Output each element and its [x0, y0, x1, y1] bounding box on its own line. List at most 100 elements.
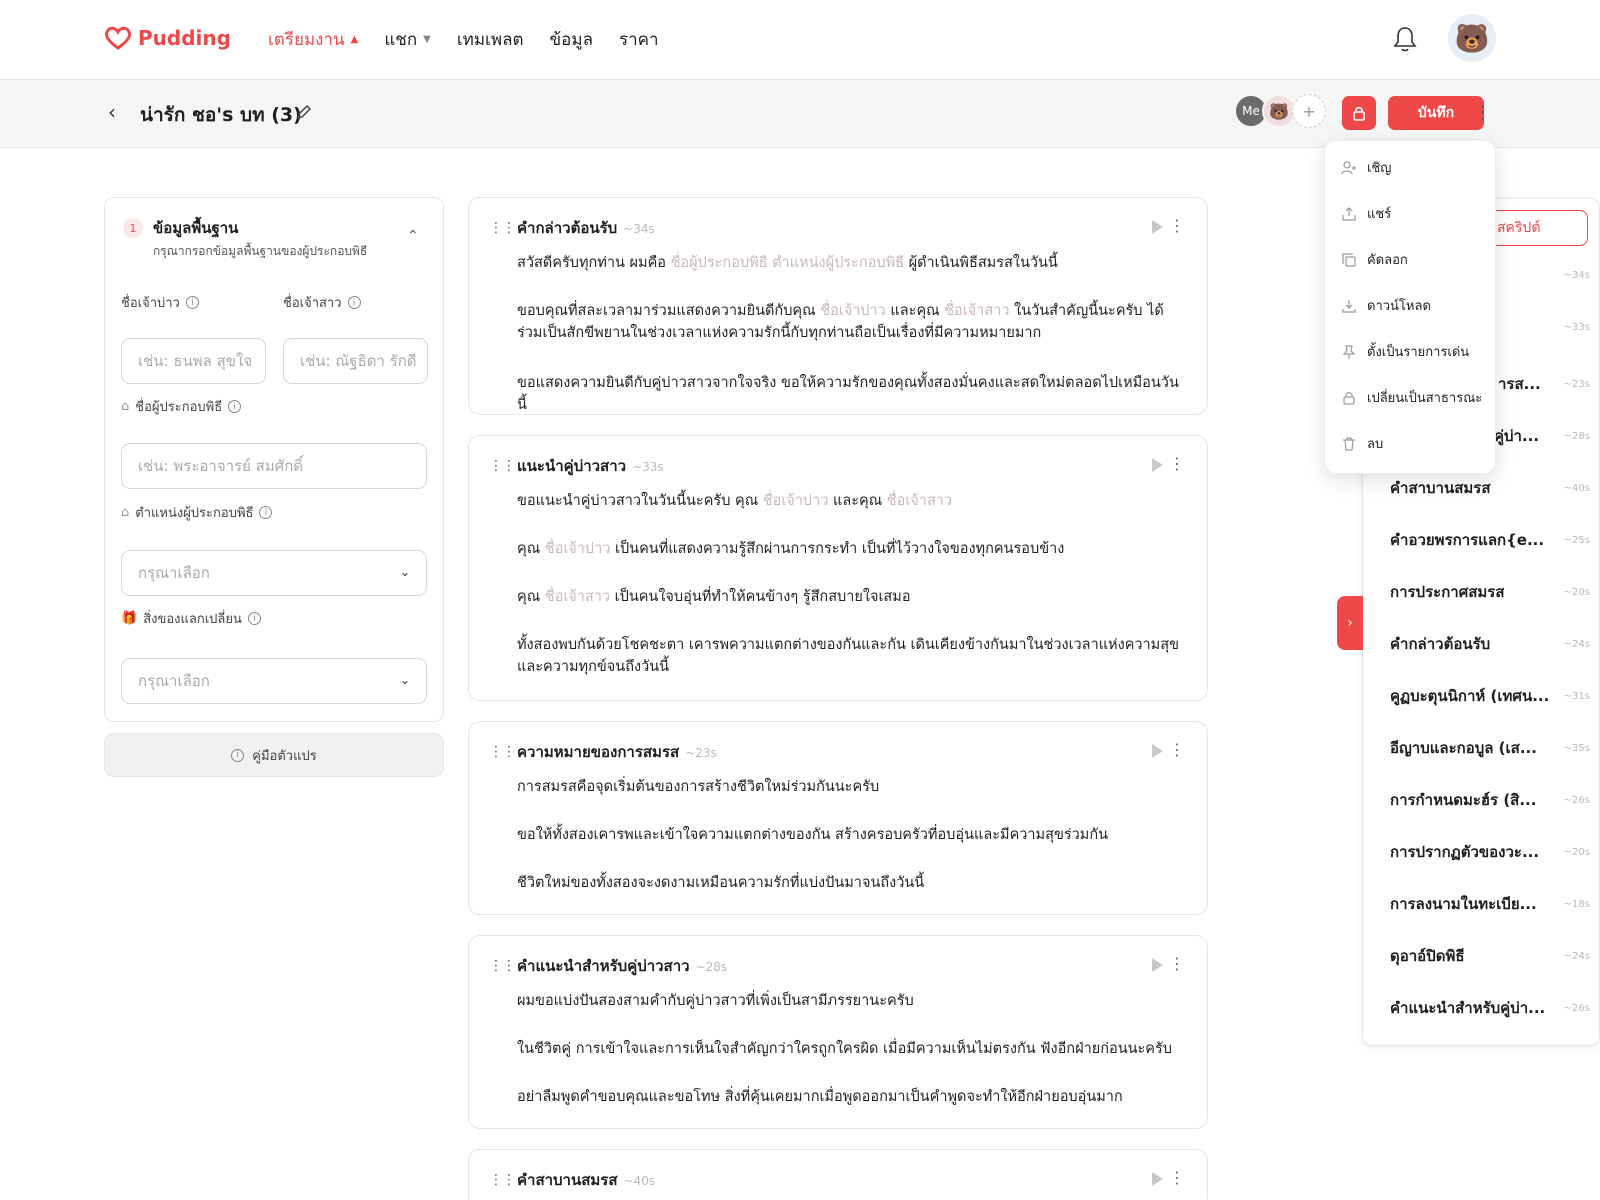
card-more-icon[interactable]: ⋮ [1169, 954, 1185, 973]
save-button[interactable]: บันทึก [1388, 96, 1484, 130]
menu-item-pin[interactable]: ตั้งเป็นรายการเด่น [1341, 341, 1469, 362]
menu-label: ดาวน์โหลด [1367, 299, 1431, 314]
officiant-name-input[interactable]: เช่น: พระอาจารย์ สมศักดิ์ [121, 443, 427, 489]
card-paragraph: อย่าลืมพูดคำขอบคุณและขอโทษ สิ่งที่คุ้นเค… [517, 1089, 1123, 1105]
card-more-icon[interactable]: ⋮ [1169, 740, 1185, 759]
variable-chip: ชื่อเจ้าบ่าว [762, 493, 829, 509]
menu-label: แชร์ [1367, 207, 1392, 222]
label-text: ชื่อเจ้าบ่าว [121, 296, 180, 311]
card-title: คำสาบานสมรส ~40s [517, 1168, 655, 1192]
menu-item-share[interactable]: แชร์ [1341, 203, 1391, 224]
script-card-meaning[interactable]: ⋮⋮ ความหมายของการสมรส ~23s ⋮ การสมรสคือจุ… [468, 721, 1208, 915]
outline-label: ดุอาอ์ปิดพิธี [1390, 947, 1465, 965]
chevron-up-icon[interactable]: ⌃ [407, 228, 419, 244]
more-options-icon[interactable]: ⋮ [1474, 102, 1492, 123]
nav-item-prepare[interactable]: เตรียมงาน ▲ [268, 26, 358, 53]
variable-chip: ชื่อเจ้าสาว [886, 493, 953, 509]
outline-label: การประกาศสมรส [1390, 583, 1505, 601]
play-icon[interactable] [1152, 220, 1163, 234]
outline-label: คำอวยพรการแลก{e... [1390, 531, 1545, 549]
script-card-vows[interactable]: ⋮⋮ คำสาบานสมรส ~40s ⋮ [468, 1149, 1208, 1200]
play-icon[interactable] [1152, 1172, 1163, 1186]
outline-item[interactable]: อีญาบและกอบูล (เส... ~35s [1390, 736, 1590, 760]
drag-handle-icon[interactable]: ⋮⋮ [489, 220, 516, 236]
script-card-advice[interactable]: ⋮⋮ คำแนะนำสำหรับคู่บ่าวสาว ~28s ⋮ ผมขอแบ่… [468, 935, 1208, 1129]
officiant-label: ⌂ ชื่อผู้ประกอบพิธี i [121, 396, 242, 417]
brand-name: Pudding [138, 26, 231, 50]
card-more-icon[interactable]: ⋮ [1169, 1168, 1185, 1187]
collaborators: Me 🐻 + [1234, 94, 1326, 128]
copy-icon [1342, 252, 1356, 267]
brand-logo[interactable]: Pudding [104, 26, 231, 50]
play-icon[interactable] [1152, 458, 1163, 472]
outline-item[interactable]: การประกาศสมรส ~20s [1390, 580, 1590, 604]
card-paragraph: ขอให้ทั้งสองเคารพและเข้าใจความแตกต่างของ… [517, 827, 1109, 843]
bell-icon[interactable] [1390, 24, 1420, 54]
outline-item[interactable]: คำแนะนำสำหรับคู่บ่า... ~26s [1390, 996, 1590, 1020]
nav-item-info[interactable]: ข้อมูล [550, 26, 593, 53]
collapse-outline-button[interactable]: › [1337, 596, 1363, 650]
nav-item-templates[interactable]: เทมเพลต [457, 26, 524, 53]
outline-item[interactable]: คำสาบานสมรส ~40s [1390, 476, 1590, 500]
outline-item[interactable]: การลงนามในทะเบีย... ~18s [1390, 892, 1590, 916]
building-icon: ⌂ [121, 505, 130, 520]
card-title: แนะนำคู่บ่าวสาว ~33s [517, 454, 664, 478]
user-avatar[interactable]: 🐻 [1448, 14, 1496, 62]
outline-item[interactable]: คูฏบะตุนนิกาห์ (เทศน... ~31s [1390, 684, 1590, 708]
outline-duration: ~26s [1563, 794, 1590, 806]
lock-button[interactable] [1342, 96, 1376, 130]
menu-label: เปลี่ยนเป็นสาธารณะ [1367, 391, 1483, 406]
officiant-position-select[interactable]: กรุณาเลือก ⌄ [121, 550, 427, 596]
pencil-icon[interactable] [296, 104, 312, 120]
play-icon[interactable] [1152, 744, 1163, 758]
nav-label: เตรียมงาน [268, 30, 345, 50]
card-paragraph: สวัสดีครับทุกท่าน ผมคือ ชื่อผู้ประกอบพิธ… [517, 252, 1183, 274]
menu-item-invite[interactable]: เชิญ [1341, 157, 1391, 178]
menu-item-delete[interactable]: ลบ [1341, 433, 1383, 454]
nav-item-share[interactable]: แชก ▼ [384, 26, 431, 53]
drag-handle-icon[interactable]: ⋮⋮ [489, 744, 516, 760]
script-card-introduce-couple[interactable]: ⋮⋮ แนะนำคู่บ่าวสาว ~33s ⋮ ขอแนะนำคู่บ่าวส… [468, 435, 1208, 701]
menu-label: เชิญ [1367, 161, 1392, 176]
drag-handle-icon[interactable]: ⋮⋮ [489, 1172, 516, 1188]
menu-item-download[interactable]: ดาวน์โหลด [1341, 295, 1431, 316]
back-arrow-icon[interactable]: ‹ [108, 100, 116, 124]
outline-item[interactable]: ดุอาอ์ปิดพิธี ~24s [1390, 944, 1590, 968]
script-card-welcome[interactable]: ⋮⋮ คำกล่าวต้อนรับ ~34s ⋮ สวัสดีครับทุกท่า… [468, 197, 1208, 415]
card-more-icon[interactable]: ⋮ [1169, 216, 1185, 235]
variable-chip: ชื่อผู้ประกอบพิธี [670, 255, 768, 271]
gift-select[interactable]: กรุณาเลือก ⌄ [121, 658, 427, 704]
play-icon[interactable] [1152, 958, 1163, 972]
drag-handle-icon[interactable]: ⋮⋮ [489, 958, 516, 974]
bride-name-input[interactable]: เช่น: ณัฐธิดา รักดี [283, 338, 428, 384]
drag-handle-icon[interactable]: ⋮⋮ [489, 458, 516, 474]
card-duration: ~33s [632, 460, 664, 474]
variable-chip: ชื่อเจ้าสาว [944, 303, 1010, 319]
info-icon: i [185, 296, 199, 309]
outline-duration: ~20s [1563, 586, 1590, 598]
label-text: ตำแหน่งผู้ประกอบพิธี [135, 506, 254, 521]
outline-item[interactable]: การกำหนดมะฮ์ร (สิ... ~26s [1390, 788, 1590, 812]
outline-item[interactable]: คำกล่าวต้อนรับ ~24s [1390, 632, 1590, 656]
menu-item-make-public[interactable]: เปลี่ยนเป็นสาธารณะ [1341, 387, 1482, 408]
card-duration: ~28s [695, 960, 728, 974]
text: และคุณ [828, 493, 887, 509]
outline-duration: ~23s [1563, 378, 1590, 390]
outline-duration: ~26s [1563, 1002, 1590, 1014]
add-collaborator-button[interactable]: + [1292, 94, 1326, 128]
menu-item-copy[interactable]: คัดลอก [1341, 249, 1408, 270]
guide-label: คู่มือตัวแปร [252, 748, 317, 764]
outline-duration: ~20s [1563, 846, 1590, 858]
outline-label: คำแนะนำสำหรับคู่บ่า... [1390, 999, 1546, 1017]
outline-label: คำสาบานสมรส [1390, 479, 1491, 497]
text: ขอบคุณที่สละเวลามาร่วมแสดงความยินดีกับคุ… [517, 303, 821, 319]
variable-guide-button[interactable]: i คู่มือตัวแปร [104, 733, 444, 777]
outline-duration: ~18s [1563, 898, 1590, 910]
card-more-icon[interactable]: ⋮ [1169, 454, 1185, 473]
heart-logo-icon [104, 26, 132, 50]
groom-name-input[interactable]: เช่น: ธนพล สุขใจ [121, 338, 266, 384]
menu-label: ลบ [1367, 437, 1384, 452]
outline-item[interactable]: การปรากฏตัวของวะ... ~20s [1390, 840, 1590, 864]
outline-item[interactable]: คำอวยพรการแลก{e... ~25s [1390, 528, 1590, 552]
nav-item-pricing[interactable]: ราคา [619, 26, 659, 53]
